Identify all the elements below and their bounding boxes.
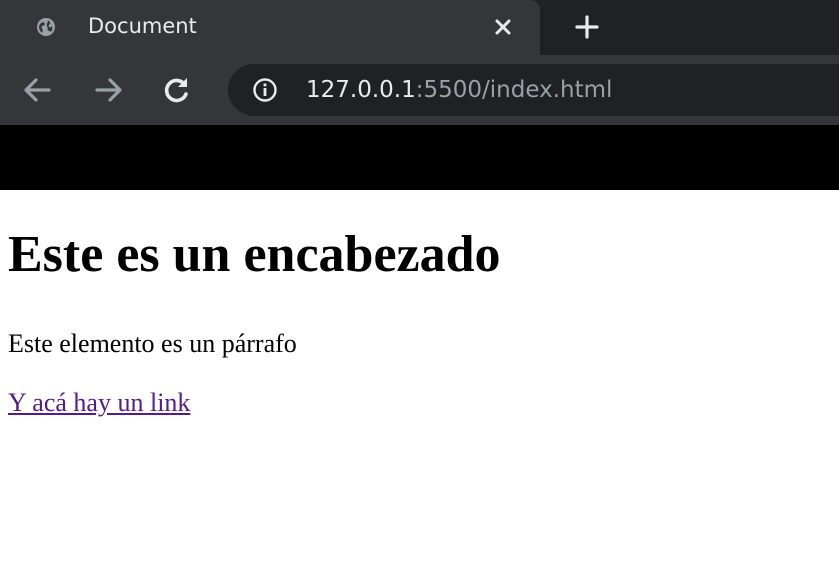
browser-toolbar: 127.0.0.1:5500/index.html	[0, 55, 839, 125]
plus-icon[interactable]	[572, 12, 602, 42]
address-bar[interactable]: 127.0.0.1:5500/index.html	[228, 64, 839, 116]
tab-title: Document	[88, 14, 197, 38]
page-content: Este es un encabezado Este elemento es u…	[0, 190, 839, 584]
bookmarks-bar	[0, 125, 839, 190]
tab-strip: Document	[0, 0, 839, 55]
page-heading: Este es un encabezado	[8, 226, 501, 283]
url-text[interactable]: 127.0.0.1:5500/index.html	[306, 74, 612, 106]
globe-icon	[36, 17, 56, 37]
page-link[interactable]: Y acá hay un link	[8, 386, 190, 420]
page-paragraph: Este elemento es un párrafo	[8, 329, 297, 358]
arrow-right-icon[interactable]	[92, 73, 126, 107]
url-path: :5500/index.html	[415, 77, 613, 103]
info-icon[interactable]	[252, 77, 278, 103]
arrow-left-icon[interactable]	[20, 73, 54, 107]
tab-document[interactable]: Document	[0, 0, 540, 55]
reload-icon[interactable]	[160, 73, 194, 107]
url-host: 127.0.0.1	[306, 77, 416, 103]
close-icon[interactable]	[490, 14, 516, 40]
